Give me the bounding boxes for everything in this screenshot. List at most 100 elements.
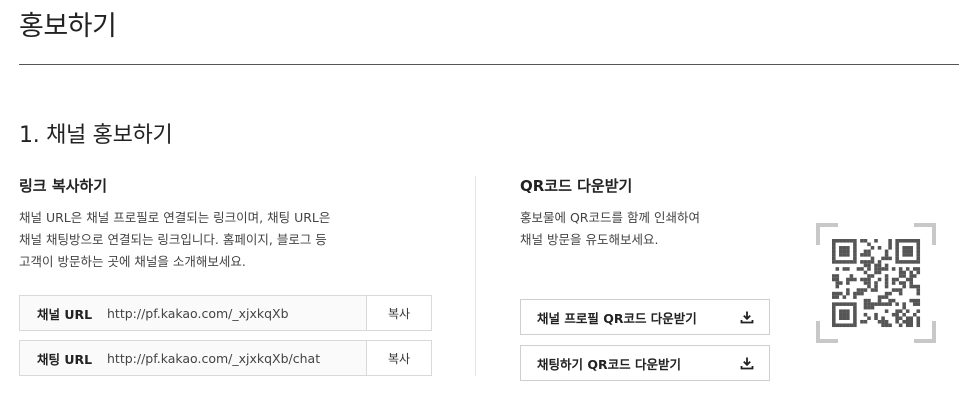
qr-module	[853, 239, 857, 243]
channel-url-field[interactable]: 채널 URL http://pf.kakao.com/_xjxkqXb	[19, 295, 367, 331]
qr-module	[916, 323, 921, 328]
qr-module	[898, 270, 903, 275]
qr-module	[863, 260, 868, 264]
copy-chat-url-button[interactable]: 복사	[367, 340, 432, 376]
qr-module	[867, 267, 871, 271]
qr-module	[905, 309, 910, 313]
qr-module	[835, 274, 840, 278]
qr-module	[884, 323, 889, 328]
qr-module	[853, 260, 857, 264]
qr-module	[870, 274, 875, 278]
qr-module	[905, 249, 910, 254]
qr-module	[898, 239, 903, 243]
qr-module	[909, 298, 914, 303]
qr-module	[860, 239, 864, 243]
qr-module	[863, 270, 868, 275]
qr-module	[916, 260, 921, 264]
qr-module	[905, 319, 910, 324]
qr-module	[853, 277, 857, 282]
qr-module	[916, 246, 921, 250]
qr-module	[849, 260, 854, 264]
qr-module	[863, 288, 868, 292]
title-divider	[19, 64, 959, 65]
qr-module	[846, 316, 850, 321]
qr-module	[905, 267, 910, 271]
qr-module	[846, 302, 850, 306]
qr-module	[839, 260, 843, 264]
qr-module	[832, 291, 836, 296]
qr-module	[895, 260, 899, 264]
qr-module	[902, 260, 906, 264]
download-profile-qr-button[interactable]: 채널 프로필 QR코드 다운받기	[520, 299, 770, 335]
qr-code-pattern	[832, 239, 921, 328]
qr-module	[884, 309, 889, 313]
qr-module	[853, 256, 857, 261]
channel-url-value[interactable]: http://pf.kakao.com/_xjxkqXb	[107, 306, 289, 321]
qr-module	[891, 277, 896, 282]
qr-module	[884, 253, 889, 257]
qr-module	[832, 305, 836, 310]
qr-module	[856, 291, 861, 296]
qr-module	[902, 312, 906, 317]
chat-url-value[interactable]: http://pf.kakao.com/_xjxkqXb/chat	[107, 351, 320, 366]
qr-module	[835, 291, 840, 296]
qr-module	[891, 298, 896, 303]
qr-module	[902, 305, 906, 310]
qr-module	[874, 302, 878, 306]
link-copy-description-line: 고객이 방문하는 곳에 채널을 소개해보세요.	[19, 254, 246, 269]
qr-module	[835, 281, 840, 285]
qr-module	[916, 302, 921, 306]
qr-module	[846, 288, 850, 292]
qr-module	[849, 239, 854, 243]
qr-code-icon	[816, 223, 936, 343]
qr-module	[832, 295, 836, 299]
qr-module	[832, 302, 836, 306]
qr-module	[884, 267, 889, 271]
qr-module	[909, 319, 914, 324]
qr-module	[891, 288, 896, 292]
download-chat-qr-button[interactable]: 채팅하기 QR코드 다운받기	[520, 345, 770, 381]
qr-module	[916, 284, 921, 289]
qr-module	[877, 246, 882, 250]
qr-module	[839, 291, 843, 296]
qr-module	[832, 312, 836, 317]
chat-url-field[interactable]: 채팅 URL http://pf.kakao.com/_xjxkqXb/chat	[19, 340, 367, 376]
qr-module	[863, 253, 868, 257]
qr-module	[846, 291, 850, 296]
qr-module	[909, 239, 914, 243]
chat-url-row: 채팅 URL http://pf.kakao.com/_xjxkqXb/chat…	[19, 340, 432, 376]
qr-module	[863, 277, 868, 282]
qr-module	[905, 260, 910, 264]
qr-module	[895, 312, 899, 317]
qr-module	[870, 256, 875, 261]
qr-module	[877, 267, 882, 271]
qr-module	[877, 295, 882, 299]
qr-module	[909, 260, 914, 264]
chat-url-label: 채팅 URL	[37, 351, 93, 367]
qr-module	[867, 242, 871, 247]
copy-channel-url-button[interactable]: 복사	[367, 295, 432, 331]
qr-module	[884, 256, 889, 261]
qr-module	[860, 288, 864, 292]
qr-module	[874, 263, 878, 268]
qr-module	[842, 312, 847, 317]
qr-module	[867, 302, 871, 306]
qr-module	[874, 312, 878, 317]
qr-module	[902, 284, 906, 289]
qr-module	[909, 253, 914, 257]
qr-module	[835, 277, 840, 282]
qr-module	[832, 249, 836, 254]
qr-module	[870, 246, 875, 250]
qr-module	[912, 302, 917, 306]
qr-module	[839, 249, 843, 254]
column-divider	[475, 176, 476, 376]
qr-module	[888, 323, 892, 328]
qr-module	[874, 288, 878, 292]
channel-url-label: 채널 URL	[37, 306, 93, 322]
qr-module	[916, 298, 921, 303]
qr-module	[853, 291, 857, 296]
qr-module	[895, 242, 899, 247]
qr-module	[881, 295, 885, 299]
qr-module	[842, 323, 847, 328]
qr-module	[860, 291, 864, 296]
